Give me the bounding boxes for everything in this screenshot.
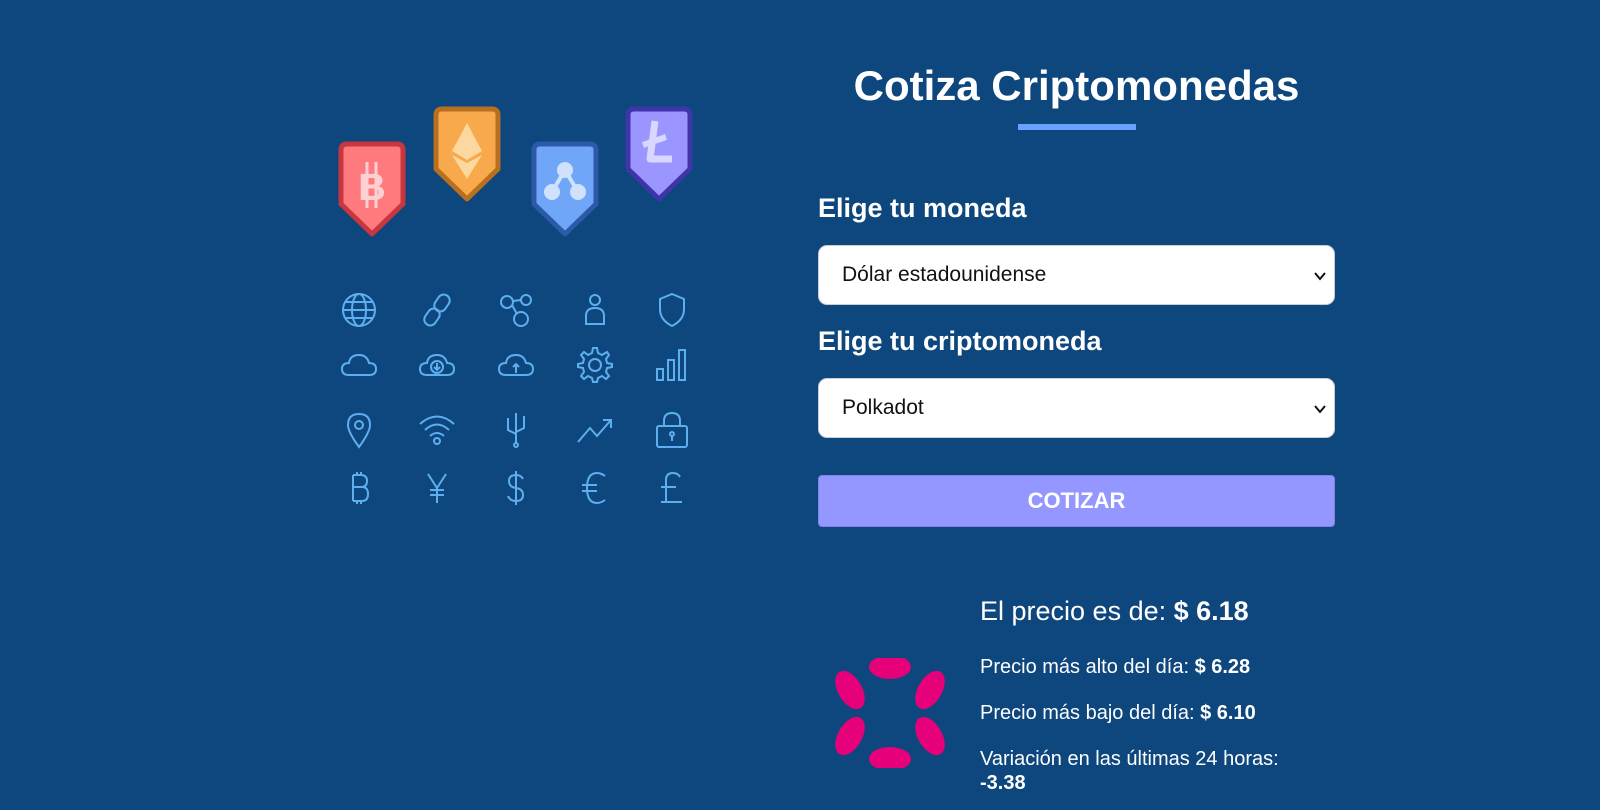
title-underline <box>1018 124 1136 130</box>
location-pin-icon <box>339 410 379 450</box>
change-label: Variación en las últimas 24 horas: <box>980 748 1279 770</box>
cloud-upload-icon <box>496 345 536 385</box>
chevron-down-icon <box>1314 405 1326 414</box>
svg-text:B: B <box>358 167 385 209</box>
globe-icon <box>339 290 379 330</box>
gear-icon <box>575 345 615 385</box>
pound-icon <box>652 468 692 508</box>
currency-label: Elige tu moneda <box>818 193 1027 223</box>
low-price-label: Precio más bajo del día: <box>980 702 1195 724</box>
low-price-line: Precio más bajo del día: $ 6.10 <box>980 702 1256 725</box>
shield-icon <box>652 290 692 330</box>
price-value: $ 6.18 <box>1173 596 1249 626</box>
dollar-icon <box>496 468 536 508</box>
litecoin-badge-icon <box>625 106 693 202</box>
cotizar-button[interactable]: Cotizar <box>818 475 1335 527</box>
trend-up-icon <box>575 410 615 450</box>
crypto-label: Elige tu criptomoneda <box>818 326 1102 356</box>
crypto-select[interactable]: Polkadot <box>818 378 1335 438</box>
quote-panel: Cotiza Criptomonedas Elige tu moneda Dól… <box>818 0 1335 810</box>
wifi-icon <box>417 410 457 450</box>
currency-select[interactable]: Dólar estadounidense <box>818 245 1335 305</box>
cloud-download-icon <box>417 345 457 385</box>
price-line: El precio es de: $ 6.18 <box>980 596 1249 627</box>
currency-select-value: Dólar estadounidense <box>842 263 1047 286</box>
quote-result: El precio es de: $ 6.18 Precio más alto … <box>818 590 1335 810</box>
change-value: -3.38 <box>980 772 1026 794</box>
bitcoin-icon <box>339 468 379 508</box>
high-price-value: $ 6.28 <box>1194 656 1251 678</box>
usb-icon <box>496 410 536 450</box>
bitcoin-badge-icon: B <box>338 141 406 237</box>
polkadot-logo-icon <box>835 658 945 768</box>
price-label: El precio es de: <box>980 596 1167 626</box>
high-price-line: Precio más alto del día: $ 6.28 <box>980 656 1250 679</box>
high-price-label: Precio más alto del día: <box>980 656 1189 678</box>
chevron-down-icon <box>1314 272 1326 281</box>
signal-bars-icon <box>652 345 692 385</box>
network-icon <box>496 290 536 330</box>
yen-icon <box>417 468 457 508</box>
page-title: Cotiza Criptomonedas <box>853 62 1300 109</box>
padlock-icon <box>652 410 692 450</box>
change-value-line: -3.38 <box>980 772 1026 795</box>
crypto-select-value: Polkadot <box>842 396 924 419</box>
cloud-icon <box>339 345 379 385</box>
link-icon <box>417 290 457 330</box>
ethereum-badge-icon <box>433 106 501 202</box>
ripple-badge-icon <box>531 141 599 237</box>
user-icon <box>575 290 615 330</box>
euro-icon <box>575 468 615 508</box>
low-price-value: $ 6.10 <box>1200 702 1256 724</box>
change-line: Variación en las últimas 24 horas: <box>980 748 1279 771</box>
crypto-illustration: B <box>330 100 710 530</box>
